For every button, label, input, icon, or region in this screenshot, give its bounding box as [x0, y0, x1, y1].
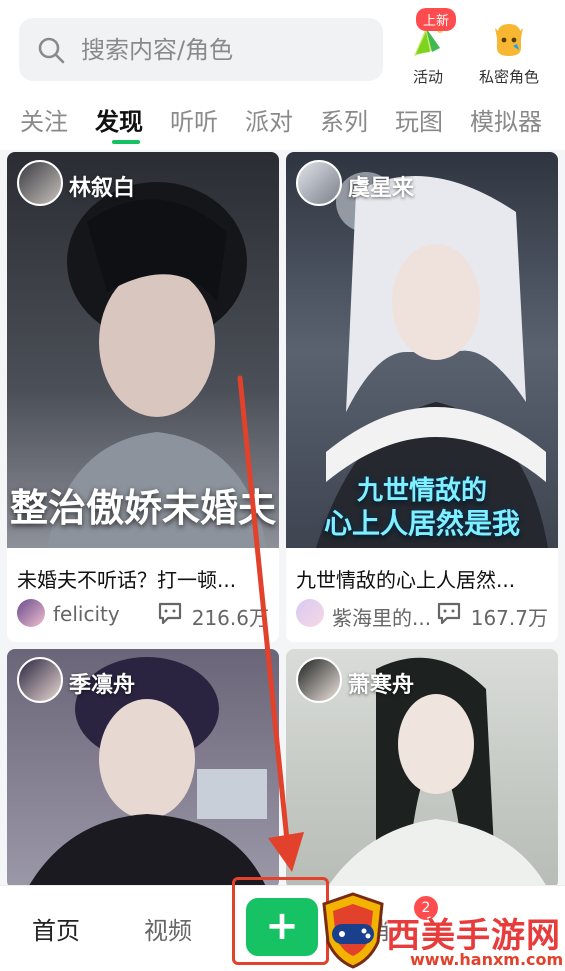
tab-follow[interactable]: 关注 [20, 102, 68, 137]
search-bar[interactable] [19, 18, 383, 81]
cover-title: 整治傲娇未婚夫 [9, 485, 276, 530]
character-avatar [296, 160, 342, 206]
tab-discover[interactable]: 发现 [95, 102, 143, 137]
author-name[interactable]: felicity [53, 602, 120, 626]
chat-icon [158, 602, 182, 625]
character-name: 萧寒舟 [348, 673, 415, 698]
category-tabs: 关注 发现 听听 派对 系列 玩图 模拟器 [0, 96, 565, 144]
character-name: 虞星来 [348, 176, 415, 201]
watermark: 西美手游网 www.hanxm.com [318, 890, 565, 971]
chat-count: 216.6万 [191, 606, 269, 630]
chat-icon [437, 602, 461, 625]
character-avatar [17, 657, 63, 703]
story-card[interactable]: 虞星来 九世情敌的 心上人居然是我 九世情敌的心上人居然... 紫海里的... … [286, 152, 558, 642]
author-name[interactable]: 紫海里的... [332, 602, 431, 631]
story-card[interactable]: 林叙白 整治傲娇未婚夫 未婚夫不听话？打一顿... felicity 216.6… [7, 152, 279, 642]
story-card[interactable]: 萧寒舟 [286, 649, 558, 889]
card-title: 九世情敌的心上人居然... [296, 568, 516, 592]
tab-play-image[interactable]: 玩图 [395, 102, 443, 137]
annotation-highlight-box [232, 877, 329, 965]
gamepad-shield-icon [322, 892, 384, 969]
cover-title-line2: 心上人居然是我 [323, 507, 520, 540]
author-avatar[interactable] [17, 599, 45, 627]
tab-party[interactable]: 派对 [245, 102, 293, 137]
nav-home[interactable]: 首页 [32, 911, 80, 946]
character-name: 季凛舟 [69, 673, 136, 698]
character-avatar [296, 657, 342, 703]
private-character-label: 私密角色 [478, 68, 539, 86]
character-avatar [17, 160, 63, 206]
author-avatar[interactable] [296, 599, 324, 627]
watermark-url: www.hanxm.com [410, 950, 564, 969]
private-character-button[interactable]: 私密角色 [469, 10, 549, 90]
top-header: 活动 上新 私密角色 关注 发现 听听 派对 系列 玩图 模拟器 [0, 0, 565, 150]
character-name: 林叙白 [69, 176, 136, 201]
card-meta: felicity 216.6万 [17, 599, 269, 630]
tab-series[interactable]: 系列 [320, 102, 368, 137]
search-input[interactable] [81, 18, 371, 81]
nav-video[interactable]: 视频 [144, 911, 192, 946]
search-icon [38, 37, 65, 64]
active-tab-indicator [112, 140, 140, 144]
card-title: 未婚夫不听话？打一顿... [17, 568, 237, 592]
story-card[interactable]: 季凛舟 [7, 649, 279, 889]
tab-simulator[interactable]: 模拟器 [470, 102, 542, 137]
chat-count: 167.7万 [470, 606, 548, 630]
activity-label: 活动 [412, 68, 443, 86]
private-character-icon [487, 18, 531, 62]
tab-listen[interactable]: 听听 [170, 102, 218, 137]
new-badge: 上新 [416, 8, 457, 31]
card-meta: 紫海里的... 167.7万 [296, 599, 548, 631]
